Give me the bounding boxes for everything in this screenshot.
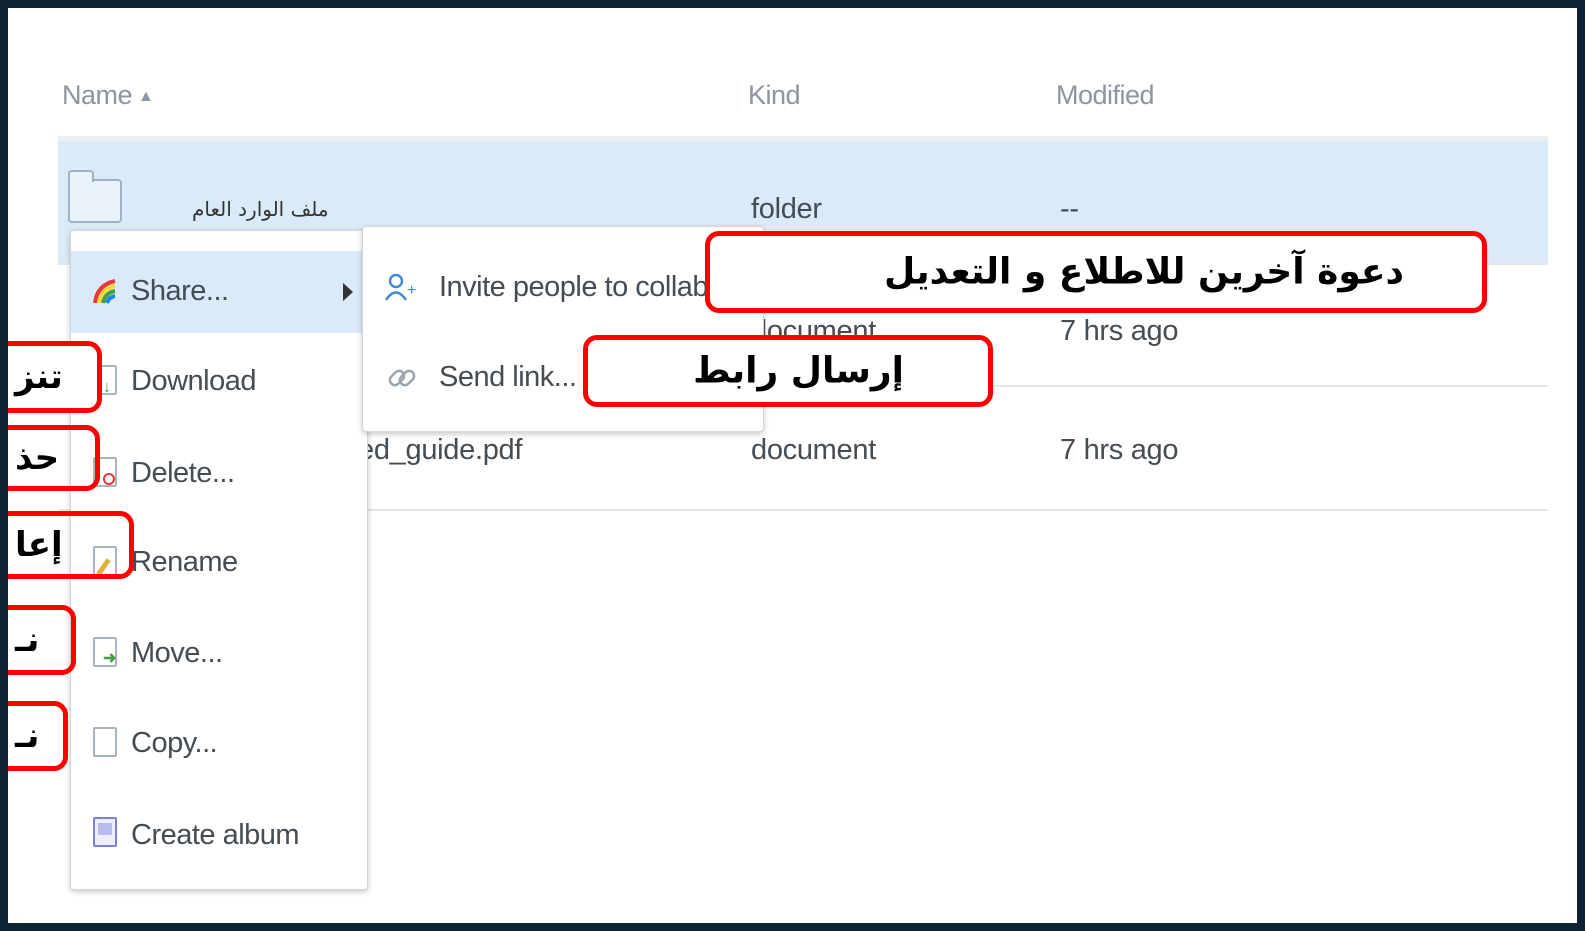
annotation-invite: دعوة آخرين للاطلاع و التعديل — [705, 231, 1487, 313]
annotation-delete: حذ — [8, 425, 100, 491]
file-kind: folder — [751, 193, 822, 225]
file-modified: 7 hrs ago — [1060, 434, 1179, 466]
menu-item-label: Rename — [131, 546, 238, 578]
folder-icon — [68, 170, 122, 223]
annotation-copy-text: نـ — [15, 716, 40, 756]
annotation-send-link-text: إرسال رابط — [693, 350, 904, 392]
album-icon — [93, 817, 117, 847]
menu-item-label: Create album — [131, 819, 300, 851]
menu-item-move[interactable]: ➜ Move... — [71, 619, 367, 689]
annotation-send-link: إرسال رابط — [583, 335, 993, 407]
menu-item-label: Delete... — [131, 457, 235, 489]
invite-person-icon: + — [385, 273, 416, 301]
file-kind: document — [751, 434, 876, 466]
menu-item-share[interactable]: Share... — [71, 251, 367, 333]
annotation-rename: إعا — [8, 511, 134, 579]
submenu-arrow-icon — [343, 283, 353, 301]
file-modified: -- — [1060, 193, 1079, 225]
annotation-download: تنز — [8, 341, 102, 413]
annotation-copy: نـ — [8, 701, 68, 771]
menu-item-label: Share... — [131, 275, 229, 307]
submenu-item-invite[interactable]: + Invite people to collabor — [363, 247, 763, 327]
column-header-kind[interactable]: Kind — [748, 80, 801, 111]
menu-item-label: Copy... — [131, 727, 218, 759]
menu-item-label: Move... — [131, 637, 223, 669]
link-icon — [388, 369, 416, 387]
menu-item-copy[interactable]: Copy... — [71, 709, 367, 779]
file-name: ed_guide.pdf — [358, 434, 523, 466]
annotation-invite-text: دعوة آخرين للاطلاع و التعديل — [884, 251, 1404, 293]
column-header-modified[interactable]: Modified — [1056, 80, 1155, 111]
menu-item-label: Download — [131, 365, 256, 397]
menu-item-delete[interactable]: Delete... — [71, 439, 367, 509]
svg-text:+: + — [407, 282, 416, 299]
submenu-item-label: Send link... — [439, 361, 577, 393]
file-name: ملف الوارد العام — [192, 197, 329, 221]
annotation-move-text: نـ — [15, 620, 40, 660]
menu-item-download[interactable]: ↓ Download — [71, 347, 367, 417]
column-header-name-label: Name — [62, 80, 133, 110]
annotation-delete-text: حذ — [15, 438, 60, 478]
copy-icon — [93, 727, 117, 757]
file-browser-window: Name ▲ Kind Modified ملف الوارد العام fol… — [0, 0, 1585, 931]
annotation-move: نـ — [8, 605, 76, 675]
move-icon: ➜ — [93, 637, 117, 667]
annotation-rename-text: إعا — [15, 525, 63, 565]
column-header-name[interactable]: Name ▲ — [62, 80, 154, 111]
file-modified: 7 hrs ago — [1060, 315, 1179, 347]
sort-ascending-icon: ▲ — [138, 88, 154, 105]
submenu-item-label: Invite people to collabor — [439, 271, 733, 303]
menu-item-create-album[interactable]: Create album — [71, 801, 367, 871]
annotation-download-text: تنز — [15, 357, 63, 397]
rainbow-share-icon — [93, 279, 116, 304]
